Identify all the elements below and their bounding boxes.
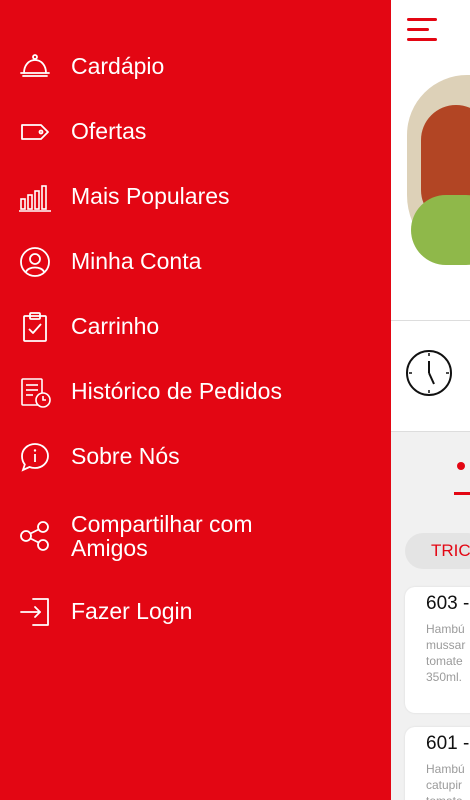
menu-item-label: Fazer Login bbox=[71, 598, 193, 624]
share-icon bbox=[20, 521, 49, 551]
menu-item-label: Histórico de Pedidos bbox=[71, 378, 282, 404]
info-bubble-icon bbox=[21, 443, 49, 472]
menu-item-sobre-nos[interactable]: Sobre Nós bbox=[0, 432, 391, 482]
menu-item-label: Compartilhar com Amigos bbox=[71, 511, 253, 561]
menu-item-fazer-login[interactable]: Fazer Login bbox=[0, 587, 391, 637]
menu-item-label: Carrinho bbox=[71, 313, 160, 339]
menu-item-compartilhar[interactable]: Compartilhar com Amigos bbox=[0, 500, 391, 564]
menu-item-label: Ofertas bbox=[71, 118, 147, 144]
cloche-icon bbox=[20, 54, 50, 77]
menu-item-ofertas[interactable]: Ofertas bbox=[0, 107, 391, 157]
menu-item-historico-de-pedidos[interactable]: Histórico de Pedidos bbox=[0, 367, 391, 417]
menu-item-carrinho[interactable]: Carrinho bbox=[0, 302, 391, 352]
order-history-icon bbox=[21, 378, 51, 408]
menu-item-label: Sobre Nós bbox=[71, 443, 180, 469]
login-icon bbox=[20, 598, 49, 626]
menu-item-label: Mais Populares bbox=[71, 183, 230, 209]
menu-item-minha-conta[interactable]: Minha Conta bbox=[0, 237, 391, 287]
bar-chart-icon bbox=[19, 185, 51, 212]
user-icon bbox=[20, 247, 50, 277]
drawer-scrim[interactable] bbox=[391, 0, 470, 800]
clipboard-check-icon bbox=[23, 312, 47, 342]
menu-item-label: Minha Conta bbox=[71, 248, 202, 274]
menu-item-mais-populares[interactable]: Mais Populares bbox=[0, 172, 391, 222]
menu-item-cardapio[interactable]: Cardápio bbox=[0, 42, 391, 92]
menu-item-label: Cardápio bbox=[71, 53, 165, 79]
tag-icon bbox=[21, 124, 49, 140]
navigation-drawer: Cardápio Ofertas Mais Populares Minha Co… bbox=[0, 0, 391, 800]
